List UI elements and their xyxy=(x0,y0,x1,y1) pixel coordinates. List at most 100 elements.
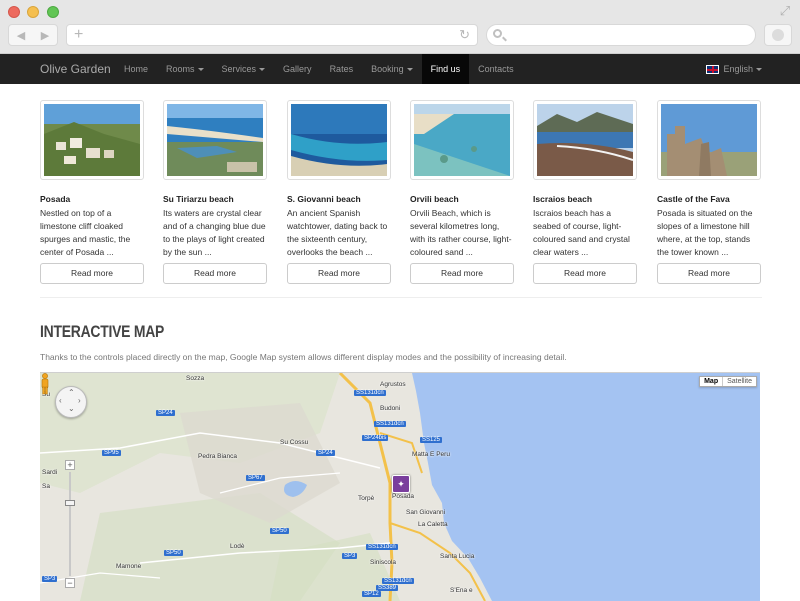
uk-flag-icon xyxy=(706,65,720,75)
pan-right-icon[interactable]: › xyxy=(78,396,81,405)
map-place-label: San Giovanni xyxy=(406,509,446,516)
attraction-title: Posada xyxy=(40,194,71,204)
google-map[interactable]: Sozza Agrustos Budoni Su Cossu Pedra Bianca M… xyxy=(40,372,760,601)
brand-logo[interactable]: Olive Garden xyxy=(40,54,111,84)
nav-item-label: Services xyxy=(221,64,257,74)
nav-item-booking[interactable]: Booking xyxy=(362,54,422,84)
read-more-button[interactable]: Read more xyxy=(40,263,144,284)
map-type-map-button[interactable]: Map xyxy=(700,377,722,386)
nav-item-rooms[interactable]: Rooms xyxy=(157,54,213,84)
attraction-title: Orvili beach xyxy=(410,194,459,204)
extension-button[interactable] xyxy=(764,24,792,46)
attraction-description: An ancient Spanish watchtower, dating ba… xyxy=(287,208,388,257)
map-road-label: SS131dcn xyxy=(374,421,406,427)
read-more-button[interactable]: Read more xyxy=(533,263,637,284)
forward-arrow-icon[interactable]: ▶ xyxy=(41,29,49,42)
nav-item-rates[interactable]: Rates xyxy=(321,54,363,84)
read-more-button[interactable]: Read more xyxy=(163,263,267,284)
map-road-label: SS125 xyxy=(420,437,443,443)
map-place-label: Lodè xyxy=(230,543,245,550)
map-road-label: SS131dcn xyxy=(366,544,398,550)
new-tab-icon[interactable]: + xyxy=(74,25,83,45)
pan-up-icon[interactable]: ⌃ xyxy=(68,388,75,397)
site-navbar: Olive Garden Home Rooms Services Gallery Rat… xyxy=(0,54,800,84)
nav-item-home[interactable]: Home xyxy=(115,54,157,84)
attraction-thumbnail[interactable] xyxy=(410,100,514,180)
divider xyxy=(40,297,762,298)
browser-search-input[interactable] xyxy=(486,24,756,46)
zoom-out-button[interactable]: − xyxy=(65,578,75,588)
map-road-label: SS131dcn xyxy=(354,390,386,396)
map-place-label: Torpè xyxy=(358,495,375,502)
attraction-thumbnail[interactable] xyxy=(287,100,391,180)
chevron-down-icon xyxy=(197,68,204,72)
map-place-label: Santa Lucia xyxy=(440,553,475,560)
section-title: INTERACTIVE MAP xyxy=(40,322,165,341)
attractions-grid: Posada Nestled on top of a limestone clif… xyxy=(40,100,762,290)
pan-down-icon[interactable]: ⌄ xyxy=(68,404,75,413)
attraction-card: Posada Nestled on top of a limestone clif… xyxy=(40,100,146,284)
fullscreen-icon[interactable]: ⤢ xyxy=(778,4,792,18)
zoom-control: + − xyxy=(65,460,75,590)
read-more-button[interactable]: Read more xyxy=(657,263,761,284)
nav-menu: Home Rooms Services Gallery Rates Booking Find… xyxy=(115,54,523,84)
map-place-label: S'Ena e xyxy=(450,587,473,594)
map-road-label: SP95 xyxy=(102,450,121,456)
attraction-card: Castle of the Fava Posada is situated on … xyxy=(657,100,763,284)
attraction-thumbnail[interactable] xyxy=(533,100,637,180)
chevron-down-icon xyxy=(756,68,762,72)
nav-item-gallery[interactable]: Gallery xyxy=(274,54,321,84)
attraction-thumbnail[interactable] xyxy=(40,100,144,180)
read-more-button[interactable]: Read more xyxy=(287,263,391,284)
nav-item-label: Rooms xyxy=(166,64,195,74)
map-place-label: Budoni xyxy=(380,405,401,412)
map-type-satellite-button[interactable]: Satellite xyxy=(722,377,756,386)
close-window-button[interactable] xyxy=(8,6,20,18)
attraction-description: Orvili Beach, which is several kilometre… xyxy=(410,208,512,257)
map-place-label: Sardi xyxy=(42,469,58,476)
map-road-label: SP24 xyxy=(156,410,175,416)
nav-item-contacts[interactable]: Contacts xyxy=(469,54,523,84)
browser-chrome: ⤢ ◀ ▶ + ↻ xyxy=(0,0,800,54)
minimize-window-button[interactable] xyxy=(27,6,39,18)
map-place-label: Siniscola xyxy=(370,559,397,566)
pan-left-icon[interactable]: ‹ xyxy=(59,396,62,405)
attraction-thumbnail[interactable] xyxy=(163,100,267,180)
nav-item-label: Booking xyxy=(371,64,404,74)
zoom-slider-handle[interactable] xyxy=(65,500,75,506)
maximize-window-button[interactable] xyxy=(47,6,59,18)
reload-icon[interactable]: ↻ xyxy=(459,25,470,45)
nav-item-services[interactable]: Services xyxy=(213,54,275,84)
back-arrow-icon[interactable]: ◀ xyxy=(17,29,25,42)
nav-item-label: Contacts xyxy=(478,64,514,74)
zoom-slider-track[interactable] xyxy=(69,472,71,576)
language-selector[interactable]: English xyxy=(706,54,762,84)
map-road-label: SS131dcn xyxy=(382,578,414,584)
map-road-label: SP24 xyxy=(316,450,335,456)
map-road-label: SP12 xyxy=(362,591,381,597)
pan-control[interactable]: ⌃ ⌄ ‹ › xyxy=(55,386,87,418)
map-place-label: Matta E Peru xyxy=(412,451,450,458)
read-more-button[interactable]: Read more xyxy=(410,263,514,284)
nav-item-label: Find us xyxy=(430,64,461,74)
street-view-pegman-icon[interactable] xyxy=(40,373,50,395)
attraction-description: Posada is situated on the slopes of a li… xyxy=(657,208,753,257)
attraction-thumbnail[interactable] xyxy=(657,100,761,180)
map-place-label: Pedra Bianca xyxy=(198,453,238,460)
map-type-control: Map Satellite xyxy=(699,376,757,387)
map-road-label: SP50 xyxy=(270,528,289,534)
chevron-down-icon xyxy=(406,68,413,72)
attraction-description: Iscraios beach has a seabed of course, l… xyxy=(533,208,630,257)
attraction-card: S. Giovanni beach An ancient Spanish watc… xyxy=(287,100,393,284)
attraction-card: Orvili beach Orvili Beach, which is sever… xyxy=(410,100,516,284)
attraction-title: Castle of the Fava xyxy=(657,194,730,204)
url-bar[interactable]: + ↻ xyxy=(66,24,478,46)
map-place-label: Mamone xyxy=(116,563,142,570)
section-subtitle: Thanks to the controls placed directly o… xyxy=(40,352,567,362)
search-icon xyxy=(493,29,502,38)
attraction-description: Nestled on top of a limestone cliff cloa… xyxy=(40,208,131,257)
zoom-in-button[interactable]: + xyxy=(65,460,75,470)
attraction-description: Its waters are crystal clear and of a ch… xyxy=(163,208,266,257)
location-marker-icon[interactable]: ✦ xyxy=(392,475,410,493)
nav-item-find-us[interactable]: Find us xyxy=(421,54,470,84)
